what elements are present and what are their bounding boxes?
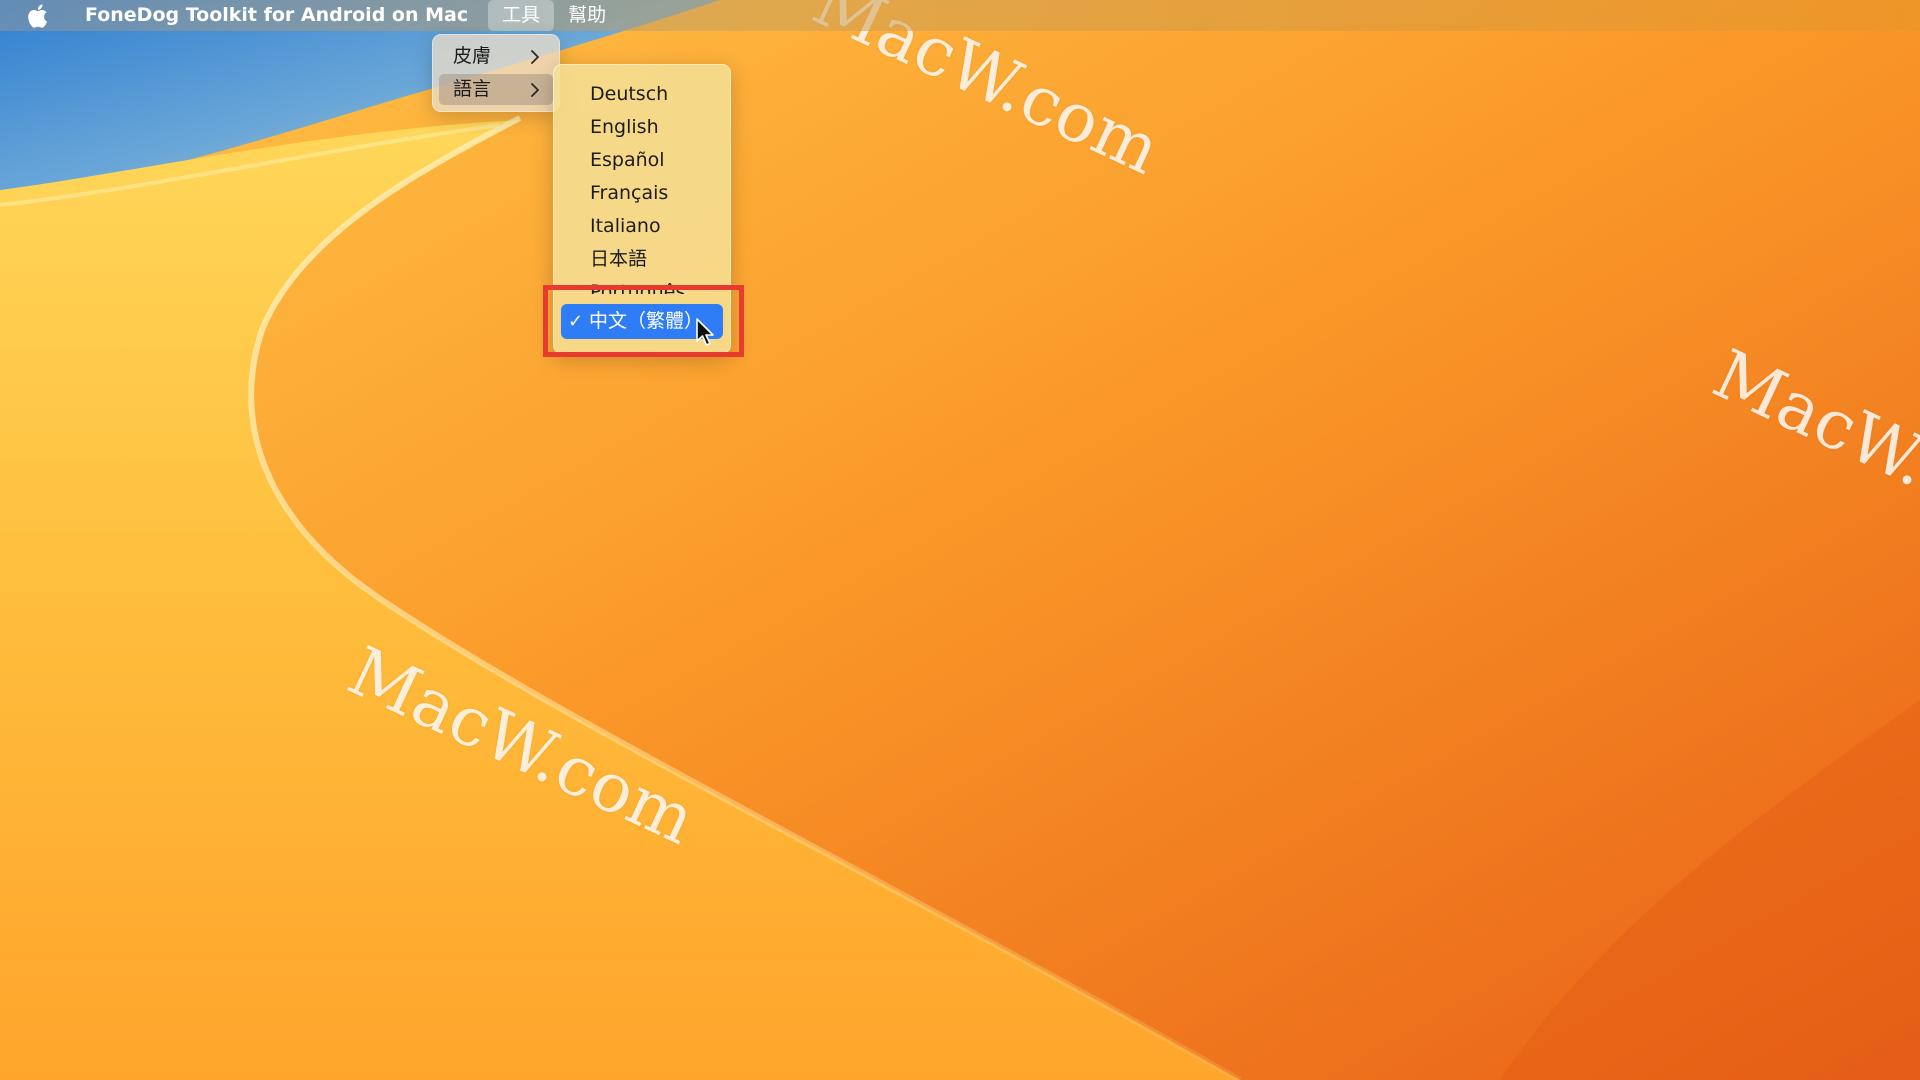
tools-menu: 皮膚 語言 bbox=[432, 34, 560, 112]
apple-logo-icon[interactable] bbox=[25, 3, 49, 29]
language-option-italiano[interactable]: Italiano bbox=[554, 210, 730, 243]
menu-help[interactable]: 幫助 bbox=[554, 0, 620, 31]
language-option-japanese[interactable]: 日本語 bbox=[554, 243, 730, 276]
app-menu[interactable]: FoneDog Toolkit for Android on Mac bbox=[75, 0, 478, 31]
language-option-english[interactable]: English bbox=[554, 111, 730, 144]
desktop: MacW.com MacW.com MacW.com FoneDog Toolk… bbox=[0, 0, 1920, 1080]
menu-item-language[interactable]: 語言 bbox=[439, 74, 553, 105]
wallpaper bbox=[0, 0, 1920, 1080]
menu-item-label: 皮膚 bbox=[453, 45, 492, 67]
language-option-deutsch[interactable]: Deutsch bbox=[554, 78, 730, 111]
chevron-right-icon bbox=[531, 50, 539, 64]
chevron-right-icon bbox=[531, 83, 539, 97]
menu-bar: FoneDog Toolkit for Android on Mac 工具 幫助 bbox=[0, 0, 1920, 31]
menu-item-label: 語言 bbox=[453, 78, 492, 100]
language-option-espanol[interactable]: Español bbox=[554, 144, 730, 177]
menu-tools[interactable]: 工具 bbox=[488, 0, 555, 31]
menu-item-skin[interactable]: 皮膚 bbox=[439, 41, 553, 72]
mouse-cursor-icon bbox=[696, 318, 714, 346]
language-option-francais[interactable]: Français bbox=[554, 177, 730, 210]
